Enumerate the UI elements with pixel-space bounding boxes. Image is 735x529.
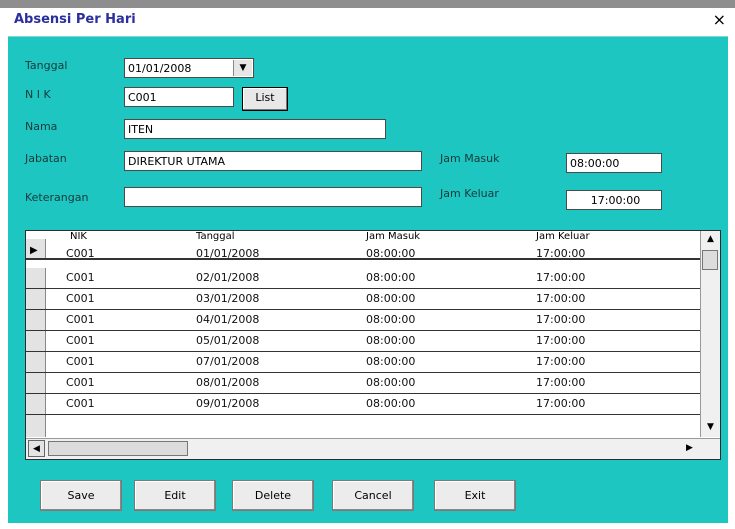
exit-button[interactable]: Exit — [434, 480, 516, 511]
cell-jam-keluar: 17:00:00 — [536, 247, 586, 260]
row-selector[interactable] — [26, 394, 46, 414]
nik-input[interactable]: C001 — [124, 87, 234, 107]
cell-jam-masuk: 08:00:00 — [366, 292, 416, 305]
close-icon[interactable]: × — [713, 10, 726, 29]
nama-input[interactable]: ITEN — [124, 119, 386, 139]
tanggal-label: Tanggal — [25, 59, 68, 72]
row-selector[interactable] — [26, 310, 46, 330]
cell-nik: C001 — [66, 397, 95, 410]
cell-jam-keluar: 17:00:00 — [536, 271, 586, 284]
scroll-left-icon[interactable]: ◀ — [28, 440, 45, 457]
nik-label: N I K — [25, 88, 51, 101]
cell-jam-keluar: 17:00:00 — [536, 313, 586, 326]
jam-keluar-input[interactable]: 17:00:00 — [566, 190, 662, 210]
tanggal-combo[interactable]: 01/01/2008 ▼ — [124, 58, 254, 78]
cell-tanggal: 09/01/2008 — [196, 397, 260, 410]
scroll-down-icon[interactable]: ▼ — [702, 419, 719, 436]
table-row[interactable]: ▶ C001 01/01/2008 08:00:00 17:00:00 — [26, 239, 700, 260]
horizontal-scroll-thumb[interactable] — [48, 441, 188, 456]
row-selector[interactable] — [26, 352, 46, 372]
jabatan-label: Jabatan — [25, 152, 67, 165]
cell-jam-masuk: 08:00:00 — [366, 376, 416, 389]
cell-tanggal: 07/01/2008 — [196, 355, 260, 368]
jam-masuk-input[interactable]: 08:00:00 — [566, 153, 662, 173]
cell-jam-keluar: 17:00:00 — [536, 376, 586, 389]
horizontal-scrollbar[interactable]: ◀ ▶ — [26, 438, 720, 459]
row-selector[interactable] — [26, 289, 46, 309]
nama-label: Nama — [25, 120, 58, 133]
cell-nik: C001 — [66, 247, 95, 260]
jabatan-input[interactable]: DIREKTUR UTAMA — [124, 151, 422, 171]
cell-tanggal: 02/01/2008 — [196, 271, 260, 284]
window-top-strip — [0, 0, 735, 8]
row-selector[interactable] — [26, 373, 46, 393]
window-title: Absensi Per Hari — [14, 12, 136, 27]
table-row[interactable]: C001 04/01/2008 08:00:00 17:00:00 — [26, 310, 700, 331]
cell-jam-masuk: 08:00:00 — [366, 271, 416, 284]
cell-nik: C001 — [66, 271, 95, 284]
edit-button[interactable]: Edit — [134, 480, 216, 511]
cell-jam-masuk: 08:00:00 — [366, 334, 416, 347]
scroll-up-icon[interactable]: ▲ — [702, 231, 719, 248]
list-button[interactable]: List — [242, 87, 288, 111]
row-selector-empty — [26, 415, 46, 437]
attendance-grid[interactable]: NIK Tanggal Jam Masuk Jam Keluar ▶ C001 … — [25, 230, 721, 460]
row-selector[interactable] — [26, 331, 46, 351]
keterangan-label: Keterangan — [25, 191, 89, 204]
cell-tanggal: 05/01/2008 — [196, 334, 260, 347]
table-row[interactable]: C001 09/01/2008 08:00:00 17:00:00 — [26, 394, 700, 415]
table-row[interactable]: C001 03/01/2008 08:00:00 17:00:00 — [26, 289, 700, 310]
tanggal-value: 01/01/2008 — [128, 62, 192, 75]
vertical-scroll-thumb[interactable] — [702, 250, 718, 270]
save-button[interactable]: Save — [40, 480, 122, 511]
cell-jam-masuk: 08:00:00 — [366, 313, 416, 326]
jam-keluar-label: Jam Keluar — [440, 187, 499, 200]
jam-masuk-label: Jam Masuk — [440, 152, 500, 165]
cell-nik: C001 — [66, 313, 95, 326]
cell-nik: C001 — [66, 292, 95, 305]
cancel-button[interactable]: Cancel — [332, 480, 414, 511]
row-selector[interactable] — [26, 268, 46, 288]
cell-tanggal: 03/01/2008 — [196, 292, 260, 305]
keterangan-input[interactable] — [124, 187, 422, 207]
cell-nik: C001 — [66, 355, 95, 368]
cell-jam-keluar: 17:00:00 — [536, 292, 586, 305]
current-row-icon: ▶ — [30, 245, 38, 256]
scroll-right-icon[interactable]: ▶ — [681, 440, 698, 457]
cell-tanggal: 08/01/2008 — [196, 376, 260, 389]
vertical-scrollbar[interactable]: ▲ ▼ — [700, 231, 720, 437]
cell-jam-masuk: 08:00:00 — [366, 247, 416, 260]
table-row[interactable]: C001 08/01/2008 08:00:00 17:00:00 — [26, 373, 700, 394]
cell-tanggal: 04/01/2008 — [196, 313, 260, 326]
cell-tanggal: 01/01/2008 — [196, 247, 260, 260]
delete-button[interactable]: Delete — [232, 480, 314, 511]
cell-jam-keluar: 17:00:00 — [536, 334, 586, 347]
cell-nik: C001 — [66, 334, 95, 347]
cell-jam-masuk: 08:00:00 — [366, 397, 416, 410]
chevron-down-icon[interactable]: ▼ — [233, 60, 252, 76]
table-row[interactable]: C001 07/01/2008 08:00:00 17:00:00 — [26, 352, 700, 373]
table-row[interactable]: C001 05/01/2008 08:00:00 17:00:00 — [26, 331, 700, 352]
cell-nik: C001 — [66, 376, 95, 389]
form-panel: Tanggal 01/01/2008 ▼ N I K C001 List Nam… — [8, 36, 728, 523]
cell-jam-masuk: 08:00:00 — [366, 355, 416, 368]
cell-jam-keluar: 17:00:00 — [536, 355, 586, 368]
title-bar: Absensi Per Hari × — [8, 8, 728, 36]
table-row[interactable]: C001 02/01/2008 08:00:00 17:00:00 — [26, 268, 700, 289]
row-selector[interactable]: ▶ — [26, 239, 46, 258]
cell-jam-keluar: 17:00:00 — [536, 397, 586, 410]
